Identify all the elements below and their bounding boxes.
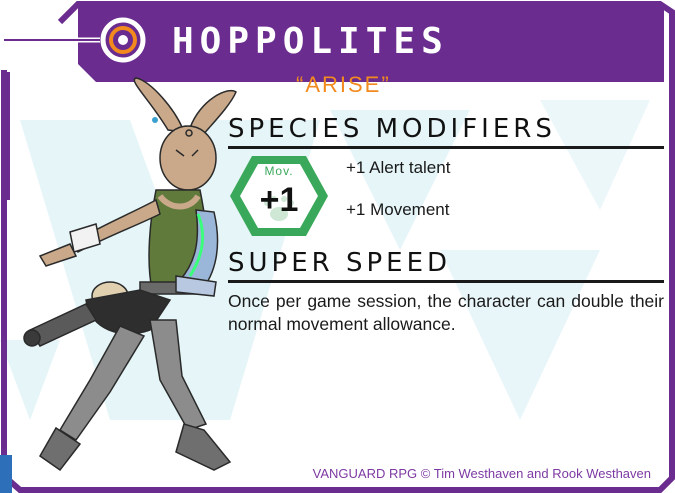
heading-divider (228, 146, 664, 149)
ability-heading: SUPER SPEED (228, 248, 452, 278)
badge-value: +1 (259, 181, 299, 219)
heading-divider (228, 280, 664, 283)
species-modifiers-heading: SPECIES MODIFIERS (228, 114, 556, 144)
species-card: HOPPOLITES “ARISE” SPECIES MODIFIERS Mov… (0, 0, 675, 493)
species-subtitle: “ARISE” (296, 72, 391, 97)
ability-description: Once per game session, the character can… (228, 291, 664, 334)
target-ring-icon (100, 17, 146, 63)
species-title: HOPPOLITES (172, 21, 449, 62)
modifier-item: +1 Alert talent (346, 158, 451, 177)
modifier-item: +1 Movement (346, 200, 450, 219)
footer-credit: VANGUARD RPG © Tim Westhaven and Rook We… (312, 466, 651, 481)
badge-label: Mov. (264, 164, 294, 178)
